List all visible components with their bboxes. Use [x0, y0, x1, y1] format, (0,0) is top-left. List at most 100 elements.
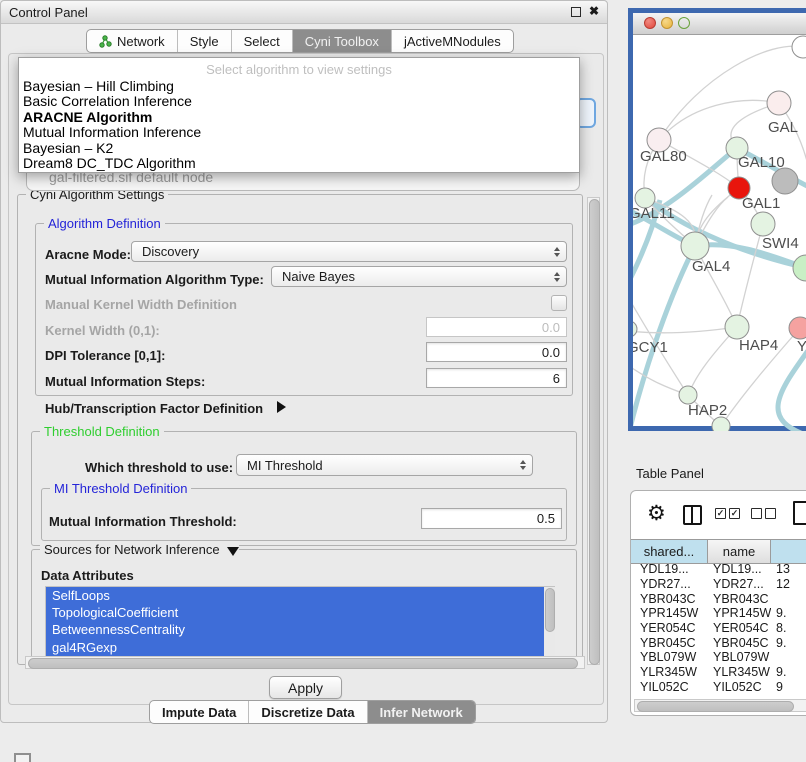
tab-select-label: Select: [244, 34, 280, 49]
control-panel-titlebar: Control Panel ✖: [1, 1, 607, 24]
tab-impute-data-label: Impute Data: [162, 705, 236, 720]
network-node[interactable]: [725, 315, 749, 339]
column-header-shared-name[interactable]: shared...: [631, 540, 708, 563]
network-node-label: SWI4: [762, 235, 799, 252]
table-horizontal-scrollbar[interactable]: [634, 699, 806, 712]
algorithm-option[interactable]: ARACNE Algorithm: [19, 110, 579, 125]
network-node[interactable]: [751, 212, 775, 236]
deselect-all-checkbox-icon[interactable]: [765, 508, 776, 519]
network-edge: [659, 100, 779, 140]
which-threshold-label: Which threshold to use:: [85, 460, 233, 475]
column-layout-icon[interactable]: [683, 505, 702, 525]
network-edge: [737, 224, 763, 327]
select-all-checkbox-icon[interactable]: ✓: [715, 508, 726, 519]
table-cell: YBR045C: [708, 636, 771, 650]
algorithm-option[interactable]: Mutual Information Inference: [19, 125, 579, 140]
settings-horizontal-scrollbar[interactable]: [25, 656, 585, 669]
network-node[interactable]: [767, 91, 791, 115]
kernel-width-field: 0.0: [426, 317, 567, 337]
attributes-vertical-scrollbar-thumb[interactable]: [545, 588, 555, 632]
table-cell: YBR043C: [708, 592, 771, 606]
aracne-mode-combo[interactable]: Discovery: [131, 241, 567, 262]
network-node[interactable]: [789, 317, 806, 339]
table-row[interactable]: YPR145WYPR145W9.: [631, 606, 806, 621]
minimize-window-icon[interactable]: [661, 17, 673, 29]
algorithm-option[interactable]: Bayesian – Hill Climbing: [19, 79, 579, 94]
mi-algorithm-type-label: Mutual Information Algorithm Type:: [45, 272, 264, 287]
table-row[interactable]: YBL079WYBL079W: [631, 650, 806, 665]
data-attribute-item[interactable]: TopologicalCoefficient: [46, 604, 548, 621]
network-node[interactable]: [712, 417, 730, 431]
network-node-label: GAL80: [640, 148, 687, 165]
table-panel-title: Table Panel: [636, 466, 704, 481]
column-header-partial[interactable]: [771, 540, 806, 563]
network-node[interactable]: [681, 232, 709, 260]
algorithm-popup-placeholder: Select algorithm to view settings: [19, 58, 579, 79]
control-panel-tabbar: Network Style Select Cyni Toolbox jActiv…: [86, 29, 514, 53]
tab-discretize-data[interactable]: Discretize Data: [249, 701, 367, 723]
hub-expand-arrow-icon[interactable]: [277, 401, 286, 413]
tab-select[interactable]: Select: [232, 30, 293, 52]
control-panel-title: Control Panel: [9, 5, 88, 20]
algorithm-dropdown-popup: Select algorithm to view settings Bayesi…: [18, 57, 580, 173]
table-settings-gear-icon[interactable]: ⚙: [647, 503, 666, 524]
tab-cyni-toolbox[interactable]: Cyni Toolbox: [293, 30, 392, 52]
tab-infer-network[interactable]: Infer Network: [368, 701, 475, 723]
network-node[interactable]: [792, 36, 806, 58]
sources-title-wrap: Sources for Network Inference: [40, 542, 239, 557]
table-row[interactable]: YDL19...YDL19...13: [631, 562, 806, 577]
data-attributes-list[interactable]: SelfLoopsTopologicalCoefficientBetweenne…: [45, 586, 555, 657]
network-node[interactable]: [772, 168, 798, 194]
table-row[interactable]: YIL052CYIL052C9: [631, 680, 806, 695]
algorithm-option[interactable]: Bayesian – K2: [19, 141, 579, 156]
table-cell: YBL079W: [708, 650, 771, 664]
mi-steps-field[interactable]: 6: [426, 368, 567, 388]
network-node[interactable]: [633, 321, 637, 337]
zoom-window-icon[interactable]: [678, 17, 690, 29]
tab-jactivemnodules[interactable]: jActiveMNodules: [392, 30, 513, 52]
attributes-vertical-scrollbar[interactable]: [544, 587, 555, 656]
select-all-checkbox-icon[interactable]: ✓: [729, 508, 740, 519]
table-row[interactable]: YBR045CYBR045C9.: [631, 635, 806, 650]
network-window-titlebar: [633, 13, 806, 35]
sources-title: Sources for Network Inference: [44, 542, 220, 557]
network-node[interactable]: [793, 255, 806, 281]
network-node-label: Y: [797, 338, 806, 355]
tab-style[interactable]: Style: [178, 30, 232, 52]
tab-network[interactable]: Network: [87, 30, 178, 52]
close-window-icon[interactable]: [644, 17, 656, 29]
mi-threshold-field[interactable]: 0.5: [421, 508, 562, 529]
which-threshold-combo[interactable]: MI Threshold: [236, 454, 533, 476]
close-panel-icon[interactable]: ✖: [589, 4, 599, 18]
network-node-label: GAL11: [633, 205, 675, 222]
data-attribute-item[interactable]: BetweennessCentrality: [46, 621, 548, 638]
table-row[interactable]: YER054CYER054C8.: [631, 621, 806, 636]
deselect-all-checkbox-icon[interactable]: [751, 508, 762, 519]
settings-vertical-scrollbar[interactable]: [587, 197, 600, 665]
apply-button[interactable]: Apply: [269, 676, 342, 699]
algorithm-option[interactable]: Dream8 DC_TDC Algorithm: [19, 156, 579, 171]
float-window-icon[interactable]: [571, 7, 581, 17]
mi-algorithm-type-combo[interactable]: Naive Bayes: [271, 266, 567, 287]
table-row[interactable]: YLR345WYLR345W9.: [631, 665, 806, 680]
manual-kernel-width-checkbox[interactable]: [551, 295, 567, 311]
settings-vertical-scrollbar-thumb[interactable]: [589, 199, 600, 665]
table-row[interactable]: YBR043CYBR043C: [631, 591, 806, 606]
table-horizontal-scrollbar-thumb[interactable]: [637, 701, 794, 712]
kernel-width-value: 0.0: [542, 320, 560, 335]
network-canvas[interactable]: GALGAL80GAL10GAL1GAL11GAL4SWI4GCY1HAP4YH…: [633, 34, 806, 431]
minimized-panel-icon[interactable]: [14, 753, 31, 762]
table-row[interactable]: YDR27...YDR27...12: [631, 577, 806, 592]
table-header-row: shared... name: [631, 539, 806, 564]
dpi-tolerance-field[interactable]: 0.0: [426, 342, 567, 362]
column-header-name[interactable]: name: [708, 540, 771, 563]
table-cell: YIL052C: [631, 680, 708, 694]
tab-impute-data[interactable]: Impute Data: [150, 701, 249, 723]
algorithm-option[interactable]: Basic Correlation Inference: [19, 94, 579, 109]
data-attribute-item[interactable]: SelfLoops: [46, 587, 548, 604]
data-attribute-item[interactable]: gal4RGexp: [46, 639, 548, 656]
settings-horizontal-scrollbar-thumb[interactable]: [28, 658, 578, 669]
new-table-doc-icon[interactable]: [793, 501, 806, 525]
sources-collapse-arrow-icon[interactable]: [227, 547, 239, 556]
table-cell: 8.: [771, 621, 806, 635]
